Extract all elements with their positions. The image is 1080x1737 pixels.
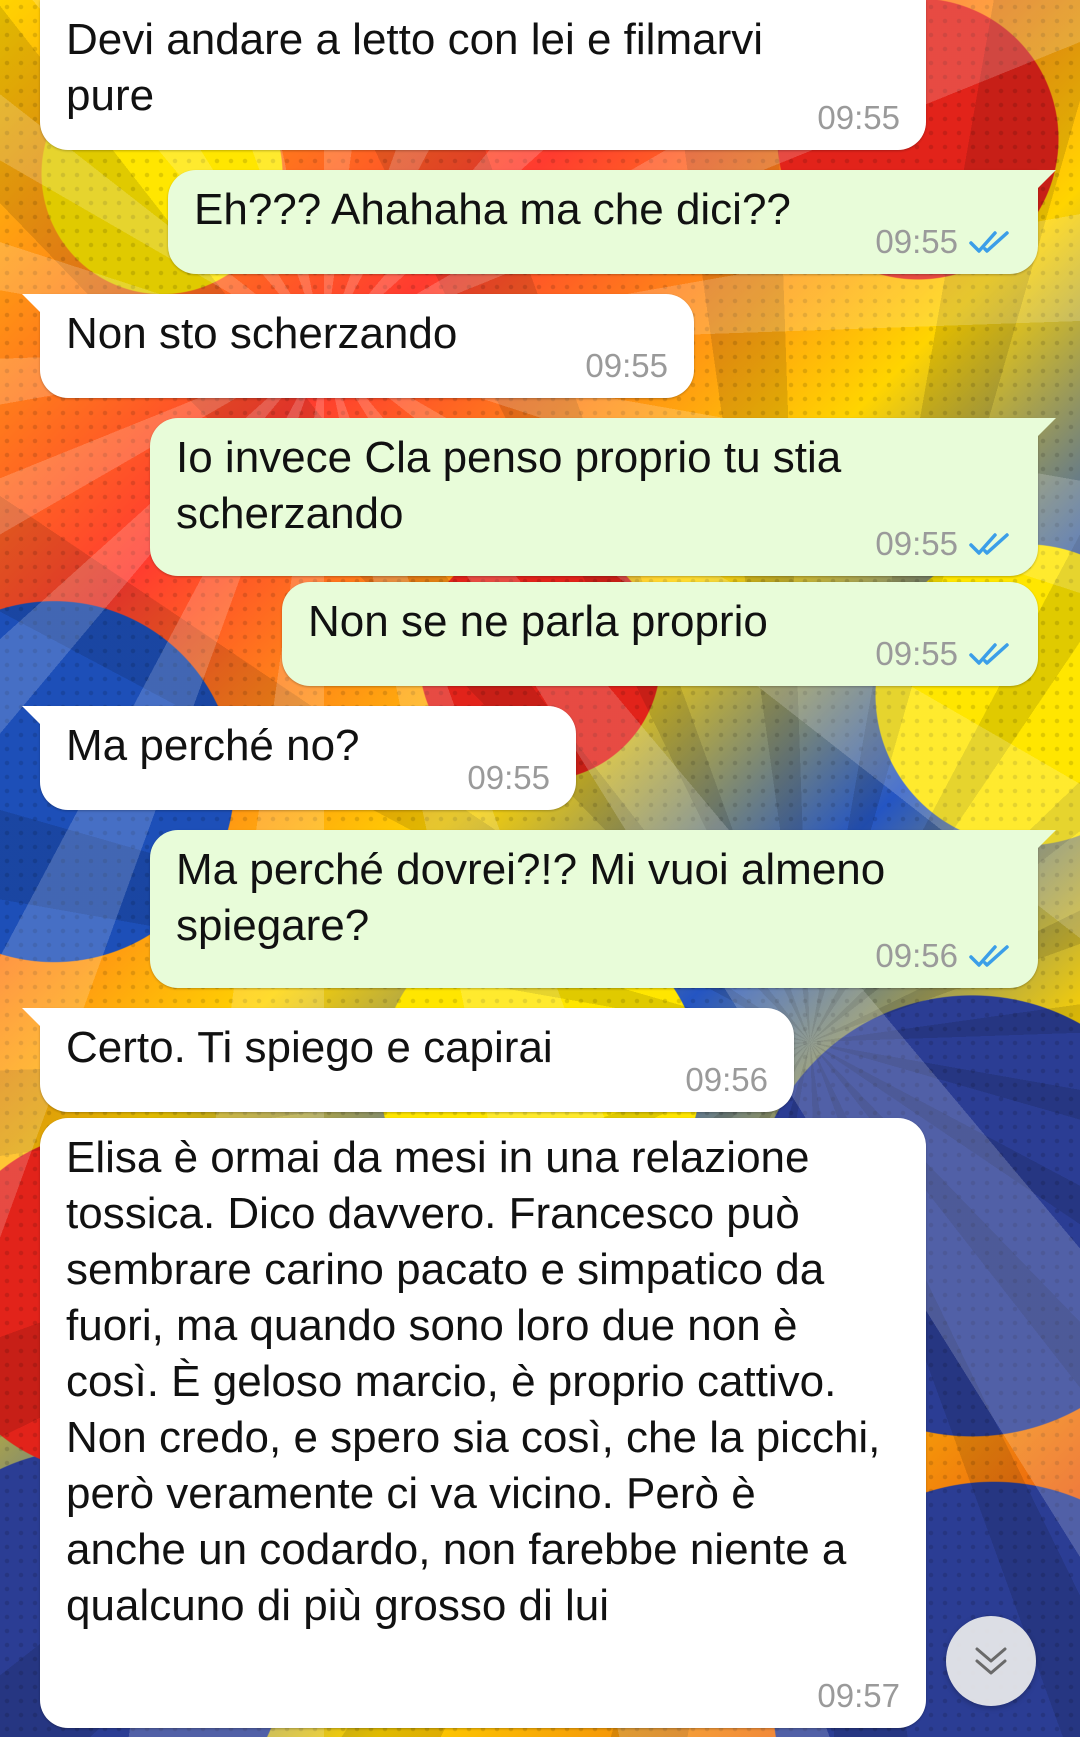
message-meta: 09:56 (685, 1062, 768, 1098)
message-time: 09:55 (817, 99, 900, 136)
message-bubble-outgoing[interactable]: Eh??? Ahahaha ma che dici?? 09:55 (168, 170, 1056, 274)
message-time: 09:57 (817, 1677, 900, 1714)
message-bubble-outgoing[interactable]: Non se ne parla proprio 09:55 (282, 582, 1038, 686)
message-text: Non sto scherzando (66, 309, 458, 358)
message-bubble-outgoing[interactable]: Ma perché dovrei?!? Mi vuoi almeno spieg… (150, 830, 1056, 988)
message-meta: 09:55 (875, 224, 1012, 260)
message-text: Certo. Ti spiego e capirai (66, 1023, 553, 1072)
message-meta: 09:55 (585, 348, 668, 384)
message-time: 09:56 (685, 1061, 768, 1098)
message-bubble-incoming[interactable]: Elisa è ormai da mesi in una relazione t… (40, 1118, 926, 1728)
message-meta: 09:57 (817, 1678, 900, 1714)
message-time: 09:55 (875, 525, 958, 562)
read-receipt-icon (969, 945, 1009, 967)
message-meta: 09:56 (875, 938, 1012, 974)
message-meta: 09:55 (467, 760, 550, 796)
message-text: Devi andare a letto con lei e filmarvi p… (66, 15, 776, 120)
message-bubble-incoming[interactable]: Non sto scherzando 09:55 (22, 294, 694, 398)
message-bubble-incoming[interactable]: Devi andare a letto con lei e filmarvi p… (40, 0, 926, 150)
message-bubble-incoming[interactable]: Certo. Ti spiego e capirai 09:56 (22, 1008, 794, 1112)
read-receipt-icon (969, 231, 1009, 253)
message-list[interactable]: Devi andare a letto con lei e filmarvi p… (0, 0, 1080, 1737)
message-meta: 09:55 (817, 100, 900, 136)
scroll-to-bottom-button[interactable] (946, 1616, 1036, 1706)
message-text: Elisa è ormai da mesi in una relazione t… (66, 1133, 893, 1630)
read-receipt-icon (969, 533, 1009, 555)
double-chevron-down-icon (975, 1647, 1007, 1675)
message-time: 09:56 (875, 937, 958, 974)
message-time: 09:55 (585, 347, 668, 384)
message-meta: 09:55 (875, 526, 1012, 562)
message-meta: 09:55 (875, 636, 1012, 672)
message-bubble-outgoing[interactable]: Io invece Cla penso proprio tu stia sche… (150, 418, 1056, 576)
message-bubble-incoming[interactable]: Ma perché no? 09:55 (22, 706, 576, 810)
message-time: 09:55 (875, 223, 958, 260)
read-receipt-icon (969, 643, 1009, 665)
message-time: 09:55 (467, 759, 550, 796)
message-time: 09:55 (875, 635, 958, 672)
